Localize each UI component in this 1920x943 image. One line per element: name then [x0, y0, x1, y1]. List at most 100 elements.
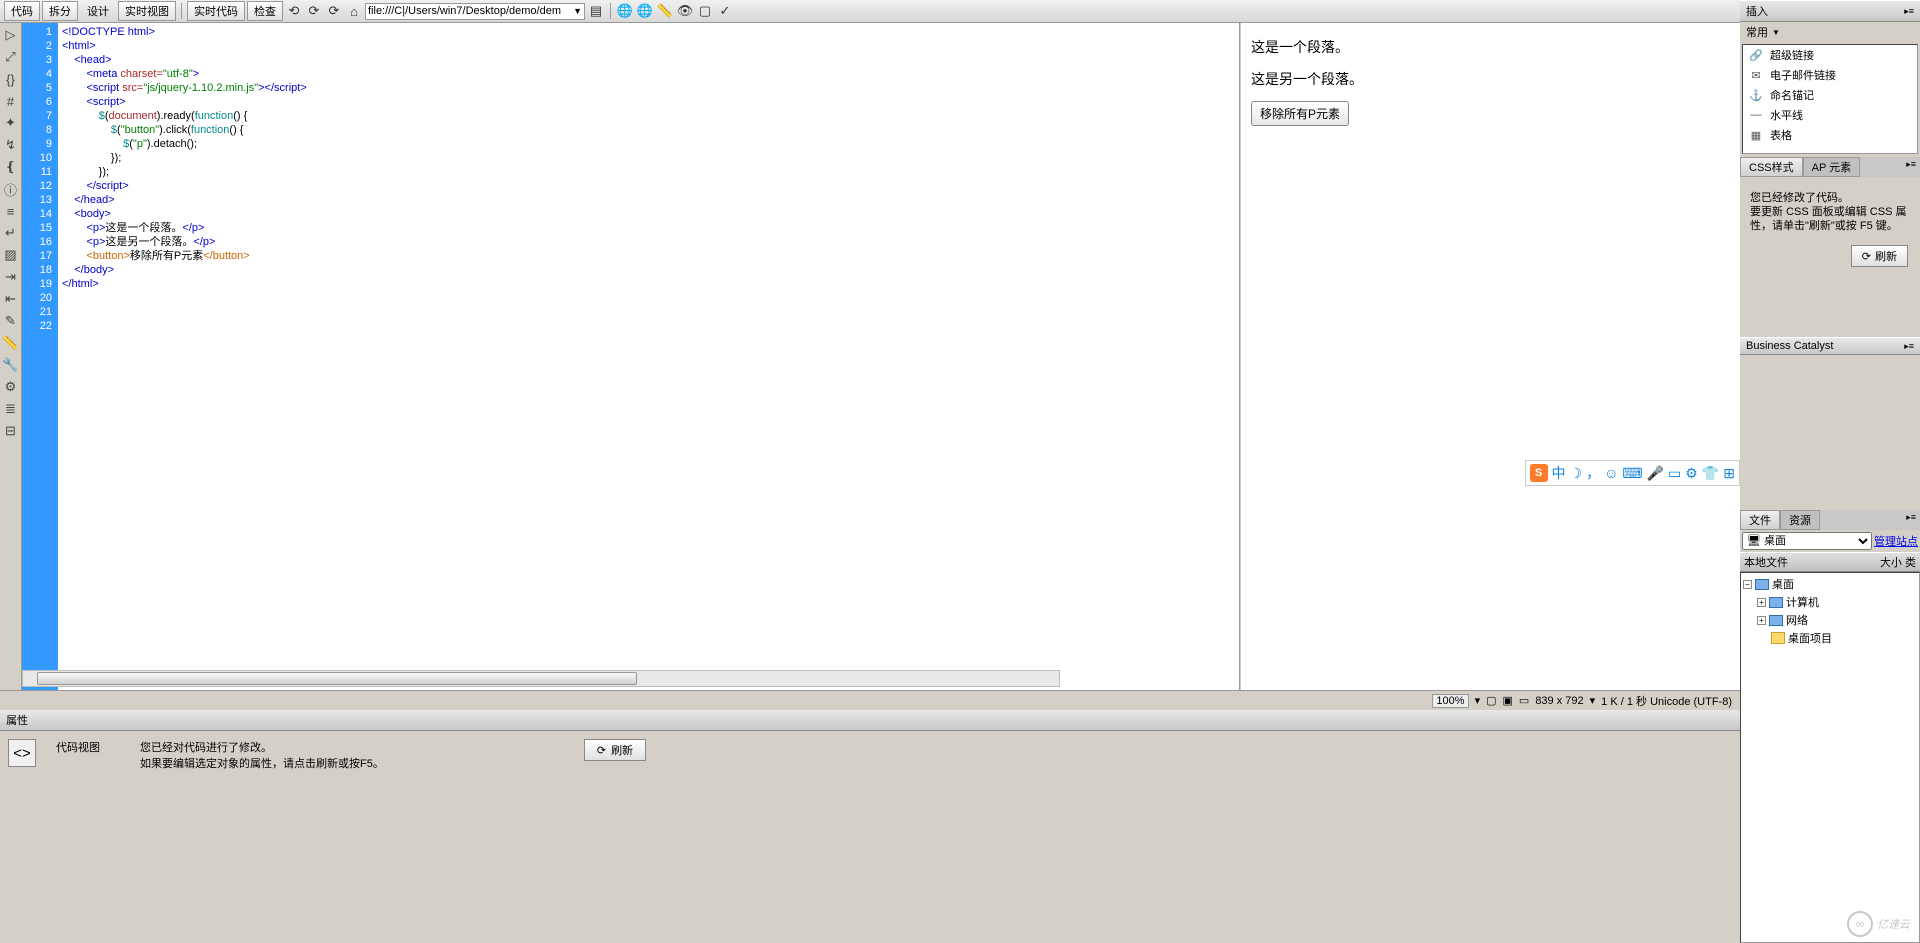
properties-panel: 属性 <> 代码视图 您已经对代码进行了修改。 如果要编辑选定对象的属性，请点击…	[0, 710, 1740, 943]
props-msg1: 您已经对代码进行了修改。	[140, 739, 384, 755]
back-icon[interactable]: ⟲	[285, 2, 303, 20]
braces-icon[interactable]: {}	[3, 71, 19, 87]
tree-node[interactable]: +网络	[1743, 611, 1917, 629]
tab-resources[interactable]: 资源	[1780, 510, 1820, 530]
ime-btn[interactable]: ⚙	[1685, 465, 1698, 482]
insert-item[interactable]: ▦表格	[1743, 125, 1917, 145]
box-icon[interactable]: ▢	[696, 2, 714, 20]
insert-category[interactable]: 常用▼	[1740, 22, 1920, 42]
globe2-icon[interactable]: 🌐	[636, 2, 654, 20]
refresh-icon: ⟳	[597, 744, 606, 757]
info-icon[interactable]: ⓘ	[3, 181, 19, 197]
css-refresh-button[interactable]: ⟳刷新	[1851, 245, 1908, 267]
view-live-button[interactable]: 实时视图	[118, 1, 176, 21]
insert-list: 🔗超级链接✉电子邮件链接⚓命名锚记—水平线▦表格	[1742, 44, 1918, 154]
check-icon[interactable]: ✓	[716, 2, 734, 20]
code-editor[interactable]: <!DOCTYPE html><html> <head> <meta chars…	[58, 23, 1240, 690]
collapse-icon[interactable]: ⊟	[3, 423, 19, 439]
ime-btn[interactable]: ⊞	[1723, 465, 1735, 482]
ime-btn[interactable]: ，	[1586, 463, 1600, 483]
tab-files[interactable]: 文件	[1740, 510, 1780, 530]
separator	[181, 3, 182, 19]
view-design-button[interactable]: 设计	[80, 1, 116, 21]
props-title: 代码视图	[56, 739, 100, 755]
insert-item[interactable]: ⚓命名锚记	[1743, 85, 1917, 105]
device2-icon[interactable]: ▣	[1503, 694, 1513, 707]
manage-sites-link[interactable]: 管理站点	[1874, 533, 1918, 549]
horizontal-scrollbar[interactable]	[22, 670, 1060, 687]
comment-icon[interactable]: ≡	[3, 203, 19, 219]
watermark: ∞亿速云	[1847, 911, 1910, 937]
settings-icon[interactable]: ⚙	[3, 379, 19, 395]
zoom-value[interactable]: 100%	[1432, 694, 1468, 708]
insert-item[interactable]: —水平线	[1743, 105, 1917, 125]
main-area: ▷ ⤢ {} # ✦ ↯ ❴ ⓘ ≡ ↵ ▨ ⇥ ⇤ ✎ 📏 🔧 ⚙ ≣ ⊟ 1…	[0, 23, 1920, 690]
inspect-button[interactable]: 检查	[247, 1, 283, 21]
refresh-icon: ⟳	[1862, 250, 1871, 263]
ime-btn[interactable]: 👕	[1702, 465, 1719, 482]
ruler2-icon[interactable]: 📏	[3, 335, 19, 351]
format-icon[interactable]: ≣	[3, 401, 19, 417]
props-refresh-button[interactable]: ⟳刷新	[584, 739, 646, 761]
pointer-icon[interactable]: ▷	[3, 27, 19, 43]
bc-panel	[1740, 355, 1920, 510]
device1-icon[interactable]: ▢	[1486, 694, 1496, 707]
ime-btn[interactable]: 中	[1552, 463, 1566, 483]
tab-ap[interactable]: AP 元素	[1803, 157, 1861, 177]
properties-header[interactable]: 属性	[0, 710, 1740, 731]
ime-btn[interactable]: ☺	[1604, 465, 1618, 481]
line-gutter: 12345678910111213141516171819202122	[22, 23, 58, 690]
brace-icon[interactable]: ❴	[3, 159, 19, 175]
arrow-icon[interactable]: ↯	[3, 137, 19, 153]
file-tree[interactable]: −桌面+计算机+网络桌面项目	[1740, 572, 1920, 943]
outdent-icon[interactable]: ⇤	[3, 291, 19, 307]
insert-panel-header[interactable]: 插入▸≡	[1740, 0, 1920, 22]
ime-btn[interactable]: ☽	[1570, 465, 1583, 482]
tab-css[interactable]: CSS样式	[1740, 157, 1803, 177]
main-toolbar: 代码 拆分 设计 实时视图 实时代码 检查 ⟲ ⟳ ⟳ ⌂ file:///C|…	[0, 0, 1920, 23]
separator	[610, 3, 611, 19]
list-icon[interactable]: ▤	[587, 2, 605, 20]
ime-toolbar[interactable]: S 中 ☽ ， ☺ ⌨ 🎤 ▭ ⚙ 👕 ⊞	[1525, 460, 1740, 486]
zoom-down-icon[interactable]: ▾	[1475, 694, 1481, 707]
left-toolbar: ▷ ⤢ {} # ✦ ↯ ❴ ⓘ ≡ ↵ ▨ ⇥ ⇤ ✎ 📏 🔧 ⚙ ≣ ⊟	[0, 23, 22, 690]
tree-node[interactable]: −桌面	[1743, 575, 1917, 593]
insert-item[interactable]: 🔗超级链接	[1743, 45, 1917, 65]
ime-btn[interactable]: ▭	[1668, 465, 1681, 482]
status-bar: 100% ▾ ▢ ▣ ▭ 839 x 792▾ 1 K / 1 秒 Unicod…	[0, 690, 1740, 710]
code-view-icon: <>	[8, 739, 36, 767]
sogou-icon[interactable]: S	[1530, 464, 1548, 482]
tree-node[interactable]: +计算机	[1743, 593, 1917, 611]
forward-icon[interactable]: ⟳	[305, 2, 323, 20]
refresh-icon[interactable]: ⟳	[325, 2, 343, 20]
home-icon[interactable]: ⌂	[345, 2, 363, 20]
eye-icon[interactable]: 👁	[676, 2, 694, 20]
dimensions: 839 x 792	[1535, 695, 1583, 707]
ruler-icon[interactable]: 📏	[656, 2, 674, 20]
insert-item[interactable]: ✉电子邮件链接	[1743, 65, 1917, 85]
file-info: 1 K / 1 秒 Unicode (UTF-8)	[1601, 693, 1732, 709]
files-columns: 本地文件大小 类	[1740, 552, 1920, 572]
globe1-icon[interactable]: 🌐	[616, 2, 634, 20]
wrench-icon[interactable]: 🔧	[3, 357, 19, 373]
star-icon[interactable]: ✦	[3, 115, 19, 131]
pencil-icon[interactable]: ✎	[3, 313, 19, 329]
css-panel: 您已经修改了代码。要更新 CSS 面板或编辑 CSS 属性，请单击"刷新"或按 …	[1740, 177, 1920, 337]
site-select[interactable]: 🖥 桌面	[1742, 532, 1872, 550]
ime-btn[interactable]: ⌨	[1622, 465, 1642, 482]
expand-icon[interactable]: ⤢	[3, 49, 19, 65]
highlight-icon[interactable]: ▨	[3, 247, 19, 263]
view-code-button[interactable]: 代码	[4, 1, 40, 21]
tree-node[interactable]: 桌面项目	[1743, 629, 1917, 647]
hash-icon[interactable]: #	[3, 93, 19, 109]
device3-icon[interactable]: ▭	[1519, 694, 1529, 707]
live-code-button[interactable]: 实时代码	[187, 1, 245, 21]
wrap-icon[interactable]: ↵	[3, 225, 19, 241]
bc-panel-header[interactable]: Business Catalyst▸≡	[1740, 337, 1920, 355]
indent-icon[interactable]: ⇥	[3, 269, 19, 285]
ime-btn[interactable]: 🎤	[1647, 465, 1664, 482]
remove-p-button[interactable]: 移除所有P元素	[1251, 101, 1349, 126]
address-bar[interactable]: file:///C|/Users/win7/Desktop/demo/dem▼	[365, 3, 585, 20]
right-column: 插入▸≡ 常用▼ 🔗超级链接✉电子邮件链接⚓命名锚记—水平线▦表格 CSS样式 …	[1740, 0, 1920, 943]
view-split-button[interactable]: 拆分	[42, 1, 78, 21]
